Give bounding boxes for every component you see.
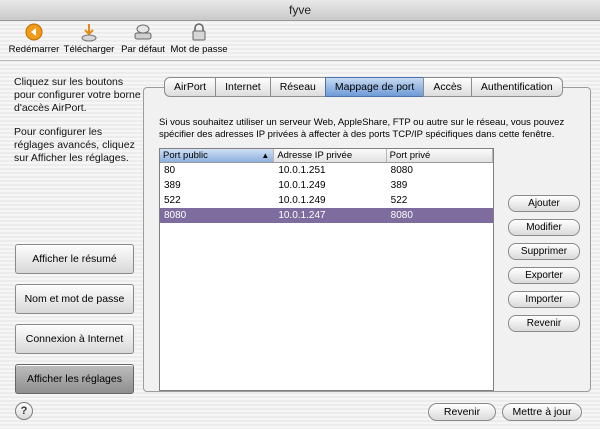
table-row[interactable]: 389 10.0.1.249 389: [160, 178, 493, 193]
revert-table-button[interactable]: Revenir: [508, 315, 580, 332]
name-password-button[interactable]: Nom et mot de passe: [15, 284, 134, 314]
table-cell: 10.0.1.247: [278, 210, 326, 221]
toolbar-restart-button[interactable]: Redémarrer: [8, 22, 60, 55]
table-cell: 522: [390, 195, 408, 206]
port-mapping-description: Si vous souhaitez utiliser un serveur We…: [159, 117, 565, 140]
table-cell: 10.0.1.251: [278, 165, 326, 176]
tab-airport[interactable]: AirPort: [164, 77, 216, 97]
toolbar-password-label: Mot de passe: [170, 44, 228, 55]
show-summary-button[interactable]: Afficher le résumé: [15, 244, 134, 274]
table-cell: 389: [390, 180, 408, 191]
toolbar-password-button[interactable]: Mot de passe: [170, 22, 228, 55]
sidebar-intro-text: Cliquez sur les boutons pour configurer …: [14, 76, 141, 114]
toolbar-download-label: Télécharger: [63, 44, 115, 55]
help-button[interactable]: ?: [15, 402, 33, 420]
table-cell: 80: [164, 165, 176, 176]
table-row-selected[interactable]: 8080 10.0.1.247 8080: [160, 208, 493, 223]
restart-icon: [25, 23, 43, 41]
edit-button[interactable]: Modifier: [508, 219, 580, 236]
internet-connection-button[interactable]: Connexion à Internet: [15, 324, 134, 354]
toolbar-default-label: Par défaut: [121, 44, 165, 55]
update-button[interactable]: Mettre à jour: [502, 403, 582, 421]
tab-port-mapping[interactable]: Mappage de port: [324, 77, 424, 97]
default-icon: [134, 24, 152, 40]
table-cell: 389: [164, 180, 181, 191]
help-icon: ?: [20, 405, 28, 417]
tab-access[interactable]: Accès: [423, 77, 471, 97]
download-icon: [81, 24, 97, 42]
column-header-private-port[interactable]: Port privé: [387, 149, 493, 162]
table-cell: 10.0.1.249: [278, 195, 326, 206]
toolbar-default-button[interactable]: Par défaut: [118, 22, 168, 55]
table-cell: 8080: [390, 210, 413, 221]
toolbar: Redémarrer Télécharger Par défaut Mot de…: [0, 20, 600, 61]
add-button[interactable]: Ajouter: [508, 195, 580, 212]
show-settings-button[interactable]: Afficher les réglages: [15, 364, 134, 394]
table-cell: 8080: [164, 210, 187, 221]
table-cell: 10.0.1.249: [278, 180, 326, 191]
window-title: fyve: [288, 3, 311, 17]
column-header-public-port[interactable]: Port public ▲: [160, 149, 275, 162]
tab-network[interactable]: Réseau: [269, 77, 325, 97]
sidebar-advanced-text: Pour configurer les réglages avancés, cl…: [14, 126, 135, 164]
table-header: Port public ▲ Adresse IP privée Port pri…: [160, 149, 493, 163]
tab-internet[interactable]: Internet: [215, 77, 270, 97]
table-row[interactable]: 80 10.0.1.251 8080: [160, 163, 493, 178]
toolbar-restart-label: Redémarrer: [8, 44, 60, 55]
tab-bar: AirPort Internet Réseau Mappage de port …: [164, 77, 563, 97]
window-titlebar: fyve: [0, 0, 600, 21]
lock-icon: [192, 23, 206, 41]
toolbar-download-button[interactable]: Télécharger: [62, 22, 116, 55]
port-mapping-table[interactable]: Port public ▲ Adresse IP privée Port pri…: [159, 148, 494, 391]
tab-authentication[interactable]: Authentification: [470, 77, 563, 97]
column-header-label: Port public: [163, 150, 208, 161]
table-row[interactable]: 522 10.0.1.249 522: [160, 193, 493, 208]
revert-button[interactable]: Revenir: [428, 403, 496, 421]
column-header-private-ip[interactable]: Adresse IP privée: [274, 149, 387, 162]
table-cell: 522: [164, 195, 181, 206]
table-cell: 8080: [390, 165, 413, 176]
delete-button[interactable]: Supprimer: [508, 243, 580, 260]
export-button[interactable]: Exporter: [508, 267, 580, 284]
sort-ascending-icon: ▲: [261, 151, 270, 160]
import-button[interactable]: Importer: [508, 291, 580, 308]
